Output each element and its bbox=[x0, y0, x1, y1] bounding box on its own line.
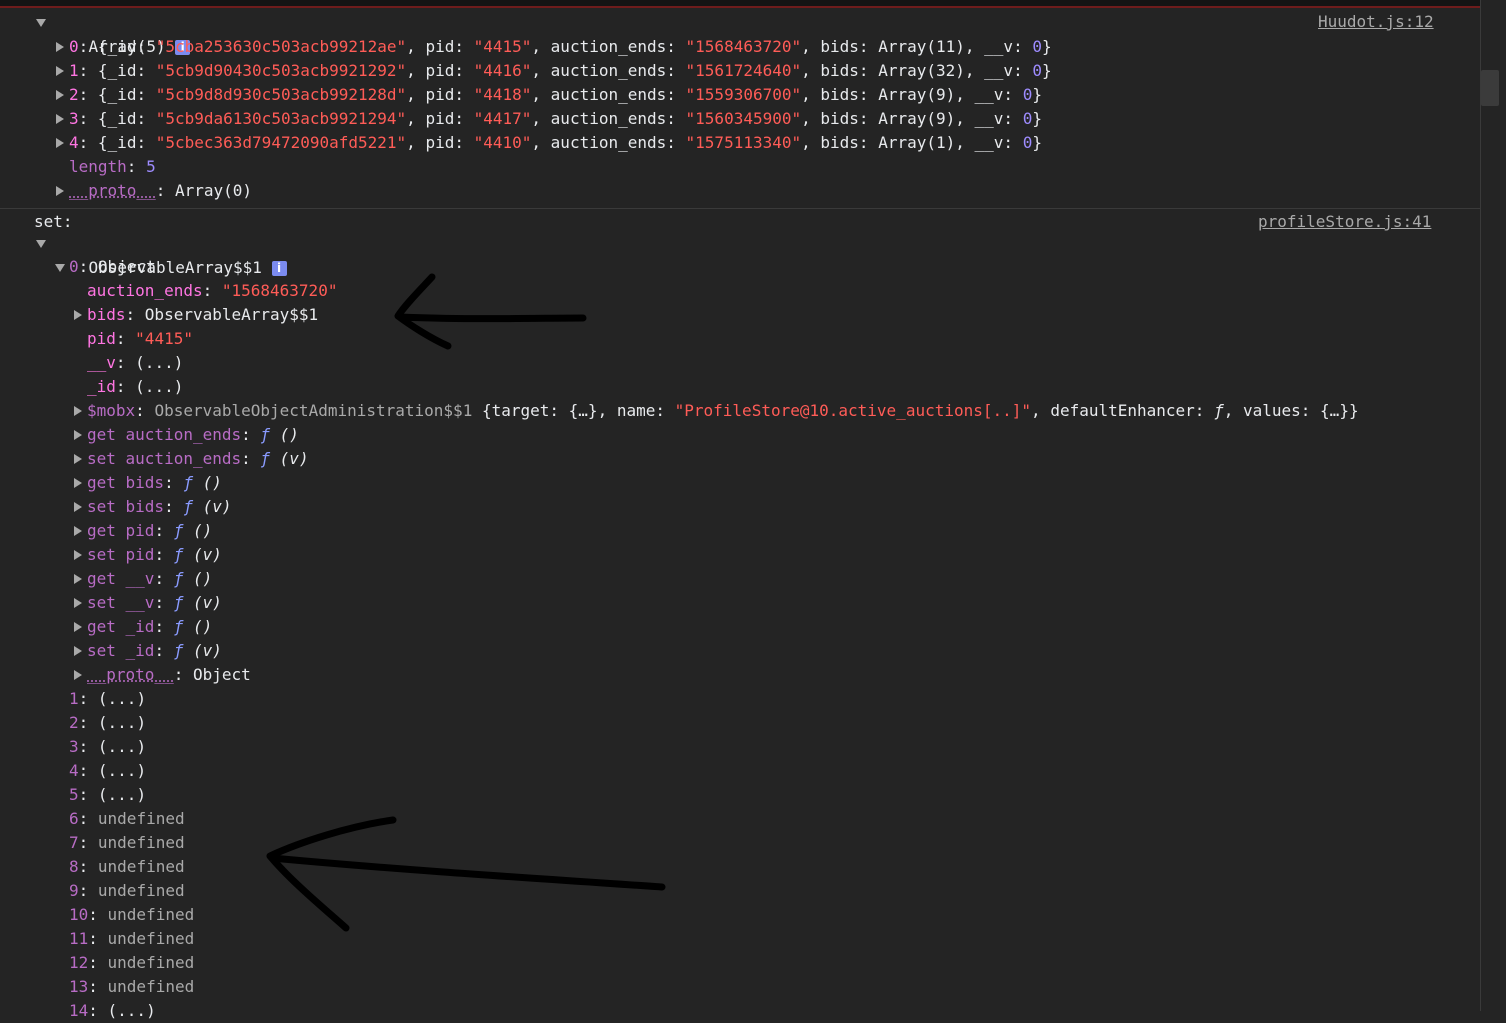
scrollbar-thumb[interactable] bbox=[1481, 70, 1499, 106]
arrow-head-upper bbox=[394, 273, 452, 350]
arrow-shaft-lower bbox=[268, 854, 666, 891]
arrow-head-lower bbox=[266, 816, 397, 932]
annotation-arrows bbox=[266, 273, 666, 932]
arrow-shaft-upper bbox=[396, 313, 587, 323]
scrollbar-track[interactable] bbox=[1480, 0, 1506, 1011]
